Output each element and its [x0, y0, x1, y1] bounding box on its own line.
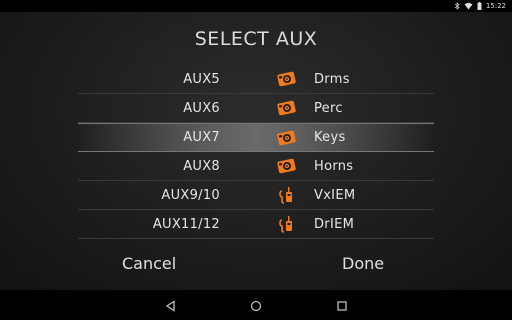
- aux-label: Horns: [314, 158, 354, 174]
- speaker-icon: [276, 99, 298, 117]
- cancel-button[interactable]: Cancel: [122, 254, 176, 273]
- status-time: 15:22: [485, 2, 506, 10]
- speaker-icon: [276, 157, 298, 175]
- navigation-bar: [0, 290, 512, 320]
- recent-apps-icon[interactable]: [335, 299, 349, 313]
- aux-name: AUX5: [183, 71, 220, 87]
- aux-row[interactable]: AUX11/12 DrIEM: [78, 210, 434, 239]
- status-bar: 15:22: [0, 0, 512, 12]
- aux-select-screen: SELECT AUX AUX5 Drms AUX6 Perc AUX7 Keys AUX8 H…: [0, 12, 512, 290]
- aux-label: DrIEM: [314, 216, 355, 232]
- aux-name: AUX9/10: [161, 187, 220, 203]
- aux-row[interactable]: AUX5 Drms: [78, 65, 434, 94]
- aux-row[interactable]: AUX9/10 VxIEM: [78, 181, 434, 210]
- aux-row[interactable]: AUX6 Perc: [78, 94, 434, 123]
- battery-icon: [477, 2, 482, 10]
- speaker-icon: [276, 70, 298, 88]
- wifi-icon: [464, 2, 473, 10]
- aux-list: AUX5 Drms AUX6 Perc AUX7 Keys AUX8 Horns AUX9/10…: [78, 65, 434, 239]
- iem-icon: [276, 215, 298, 233]
- done-button[interactable]: Done: [342, 254, 384, 273]
- aux-row[interactable]: AUX8 Horns: [78, 152, 434, 181]
- aux-label: Perc: [314, 100, 343, 116]
- aux-name: AUX6: [183, 100, 220, 116]
- aux-label: VxIEM: [314, 187, 356, 203]
- aux-name: AUX8: [183, 158, 220, 174]
- home-icon[interactable]: [249, 299, 263, 313]
- page-title: SELECT AUX: [194, 28, 318, 50]
- aux-name: AUX11/12: [152, 216, 220, 232]
- bluetooth-icon: [454, 2, 460, 10]
- back-icon[interactable]: [164, 299, 178, 313]
- aux-label: Keys: [314, 130, 346, 145]
- aux-label: Drms: [314, 71, 350, 87]
- aux-row[interactable]: AUX7 Keys: [78, 123, 434, 152]
- iem-icon: [276, 186, 298, 204]
- aux-name: AUX7: [183, 130, 220, 145]
- speaker-icon: [276, 129, 298, 147]
